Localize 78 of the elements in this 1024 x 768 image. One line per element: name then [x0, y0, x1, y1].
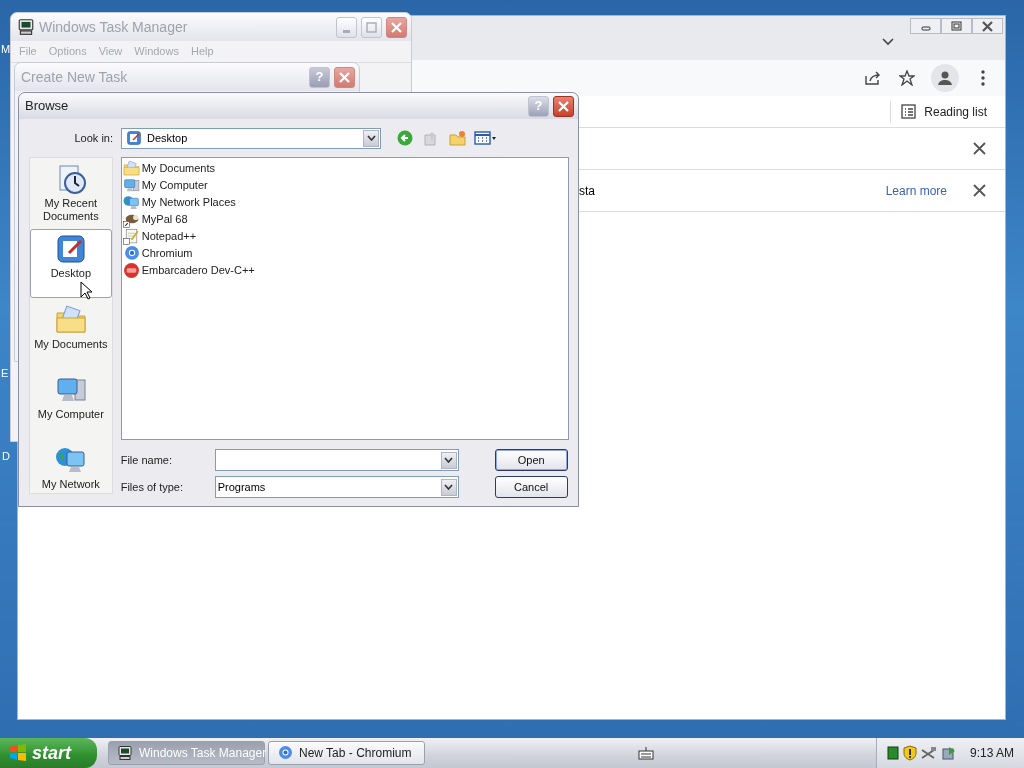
- cursor-icon: [80, 281, 92, 300]
- folder-icon: [54, 304, 87, 336]
- start-button[interactable]: start: [0, 738, 97, 768]
- minimize-icon: [343, 29, 350, 33]
- look-in-label: Look in:: [73, 130, 113, 146]
- view-menu-button[interactable]: [473, 128, 497, 148]
- up-folder-icon: [423, 130, 439, 146]
- computer-icon: [17, 18, 35, 36]
- share-icon: [865, 71, 881, 85]
- list-entry[interactable]: My Network Places: [122, 194, 567, 211]
- list-entry[interactable]: Notepad++: [122, 228, 567, 245]
- learn-more-link[interactable]: Learn more: [885, 181, 947, 200]
- file-type-dropdown[interactable]: Programs: [214, 476, 459, 498]
- close-button[interactable]: [972, 18, 1003, 34]
- close-icon: [391, 21, 402, 33]
- person-icon: [937, 70, 953, 86]
- window-title: Browse: [25, 97, 70, 116]
- restore-button[interactable]: [941, 18, 972, 34]
- list-icon: [901, 104, 917, 119]
- cancel-button[interactable]: Cancel: [494, 476, 568, 498]
- desktop-icon-label: M: [1, 43, 11, 55]
- close-icon: [982, 20, 993, 32]
- shield-icon: [903, 745, 917, 761]
- dev-app-icon: [122, 262, 140, 279]
- windows-logo-icon: [8, 743, 28, 763]
- chevron-down-icon: [366, 135, 376, 141]
- folder-icon: [122, 160, 140, 177]
- desktop-icon: [126, 130, 142, 146]
- close-icon: [339, 71, 350, 83]
- view-grid-icon: [474, 131, 496, 145]
- status-icon: [887, 746, 899, 760]
- open-button[interactable]: Open: [494, 449, 568, 471]
- computer-icon: [117, 745, 133, 761]
- places-item[interactable]: My Documents: [30, 300, 112, 368]
- close-icon: [973, 183, 986, 197]
- chromium-icon: [277, 745, 293, 761]
- desktop-icon-label: E: [1, 367, 9, 379]
- back-button[interactable]: [395, 128, 415, 148]
- look-in-dropdown[interactable]: Desktop: [121, 127, 381, 149]
- taskbar-button[interactable]: New Tab - Chromium: [268, 741, 425, 765]
- list-entry[interactable]: Chromium: [122, 245, 567, 262]
- window-title: Windows Task Manager: [39, 17, 189, 37]
- star-icon: [899, 70, 915, 86]
- close-icon: [558, 100, 569, 112]
- list-entry[interactable]: MyPal 68: [122, 211, 567, 228]
- field-label: Files of type:: [120, 479, 185, 495]
- places-item[interactable]: My Network: [30, 440, 112, 493]
- window-title: Create New Task: [21, 67, 129, 87]
- computer-icon: [122, 177, 140, 194]
- new-folder-icon: [448, 130, 466, 146]
- field-label: File name:: [120, 452, 174, 468]
- file-name-field[interactable]: [214, 449, 459, 471]
- list-entry[interactable]: My Computer: [122, 177, 567, 194]
- chevron-down-icon: [882, 38, 894, 46]
- places-item[interactable]: My Computer: [30, 370, 112, 438]
- desktop-icon-label: D: [2, 450, 10, 462]
- places-item[interactable]: My Recent Documents: [30, 159, 112, 227]
- places-item[interactable]: Desktop: [30, 229, 112, 298]
- chevron-down-icon: [444, 484, 454, 490]
- list-entry[interactable]: Embarcadero Dev-C++: [122, 262, 567, 279]
- restore-icon: [951, 21, 962, 31]
- close-button[interactable]: [973, 141, 987, 156]
- close-button[interactable]: [973, 183, 987, 198]
- close-button[interactable]: [386, 16, 407, 38]
- menu-icon: [981, 70, 985, 86]
- keyboard-icon: [637, 746, 654, 760]
- maximize-icon: [366, 21, 377, 33]
- infobar-text: sta: [579, 182, 595, 200]
- minimize-button[interactable]: [910, 18, 941, 34]
- list-entry[interactable]: My Documents: [122, 160, 567, 177]
- close-button[interactable]: [553, 95, 574, 117]
- desktop-icon: [54, 233, 87, 265]
- clock: 9:13 AM: [969, 745, 1015, 762]
- bookmark-button[interactable]: [897, 68, 917, 88]
- close-icon: [973, 141, 986, 155]
- profile-button[interactable]: [931, 64, 959, 92]
- reading-list-button[interactable]: Reading list: [890, 100, 987, 123]
- chevron-down-icon: [444, 457, 454, 463]
